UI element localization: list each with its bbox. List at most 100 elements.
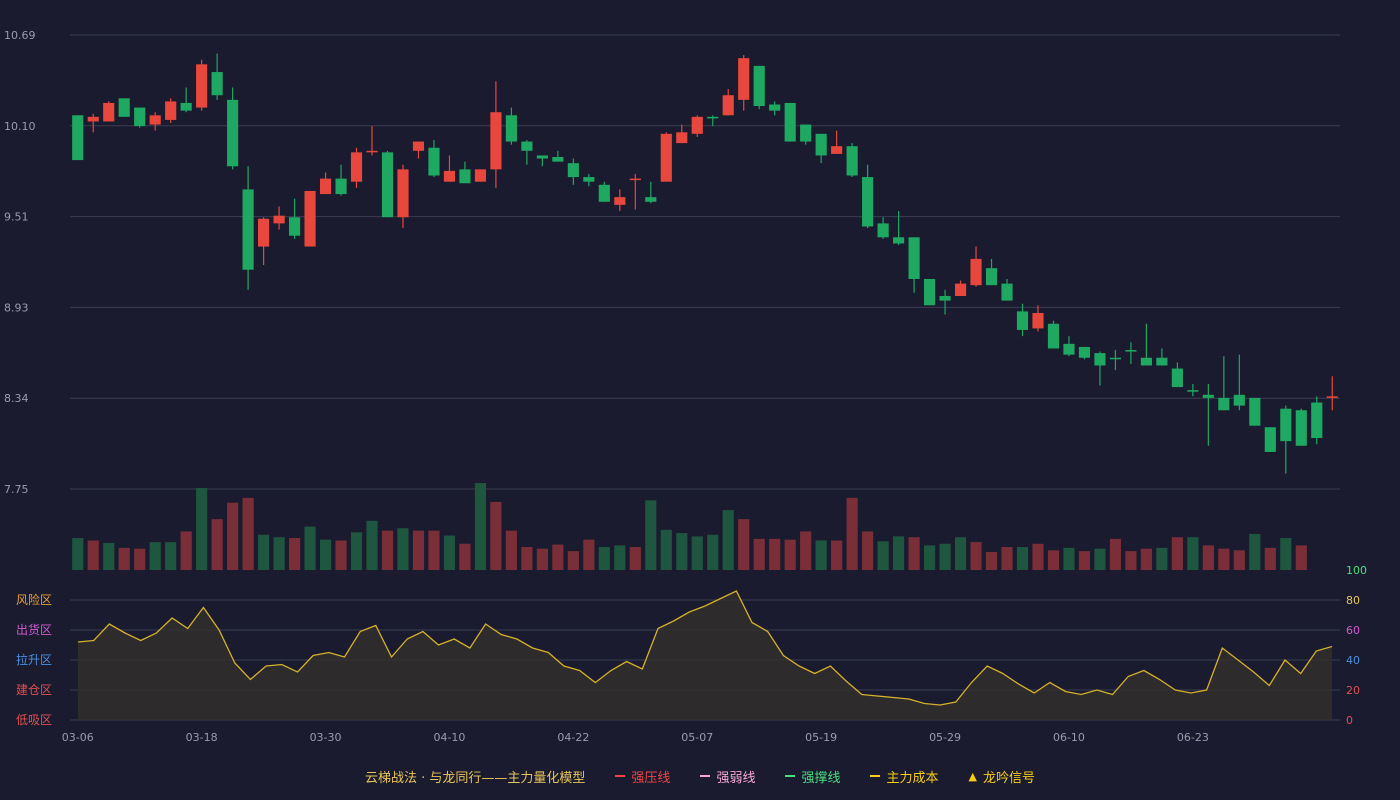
candle-body bbox=[180, 102, 192, 111]
volume-bar bbox=[521, 547, 533, 570]
candle-body bbox=[366, 150, 378, 153]
volume-bar bbox=[1187, 537, 1199, 570]
volume-bar bbox=[923, 545, 936, 570]
legend-item-pressure-line[interactable]: 强压线 bbox=[615, 767, 670, 786]
candle-body bbox=[629, 178, 641, 181]
volume-bar bbox=[335, 540, 347, 570]
candle-body bbox=[583, 177, 595, 182]
x-tick-label: 06-10 bbox=[1053, 731, 1085, 744]
candle-body bbox=[753, 65, 765, 107]
volume-bar bbox=[862, 531, 874, 570]
triangle-icon: ▲ bbox=[968, 769, 977, 783]
x-tick-label: 05-19 bbox=[805, 731, 837, 744]
volume-bar bbox=[459, 543, 471, 570]
legend-item-dragon-signal[interactable]: ▲ 龙吟信号 bbox=[968, 767, 1034, 786]
candle-body bbox=[691, 116, 703, 134]
volume-bar bbox=[815, 540, 827, 570]
zone-label: 拉升区 bbox=[16, 652, 52, 667]
volume-bar bbox=[288, 538, 301, 570]
volume-bar bbox=[893, 536, 905, 570]
volume-bar bbox=[103, 542, 115, 570]
volume-bar bbox=[707, 534, 719, 570]
volume-bar bbox=[629, 547, 641, 570]
volume-bar bbox=[846, 497, 858, 570]
zone-labels: 风险区出货区拉升区建仓区低吸区 bbox=[16, 592, 52, 727]
candle-body bbox=[738, 58, 750, 100]
x-tick-label: 03-06 bbox=[62, 731, 94, 744]
candle-body bbox=[165, 101, 177, 120]
candle-body bbox=[319, 178, 332, 195]
candle-body bbox=[1063, 343, 1075, 355]
volume-bar bbox=[1295, 545, 1307, 570]
volume-bar bbox=[366, 520, 378, 570]
candle-body bbox=[970, 258, 982, 286]
volume-bar bbox=[1125, 551, 1137, 570]
volume-bar bbox=[954, 537, 967, 570]
candle-body bbox=[1187, 390, 1199, 392]
volume-bar bbox=[800, 531, 812, 570]
candle-body bbox=[505, 115, 517, 142]
candle-body bbox=[954, 283, 967, 296]
volume-bar bbox=[258, 534, 270, 570]
chart-canvas: 10.69 10.10 9.51 8.93 8.34 7.75 风险区出货区拉升区建仓区低… bbox=[4, 29, 1367, 744]
volume-bar bbox=[211, 519, 223, 570]
zone-label: 低吸区 bbox=[16, 713, 52, 727]
x-axis: 03-06 03-18 03-30 04-10 04-22 05-07 05-19 05-29… bbox=[62, 731, 1209, 744]
candle-body bbox=[1264, 427, 1276, 452]
volume-bar bbox=[180, 531, 192, 570]
candle-body bbox=[1249, 397, 1261, 426]
legend-label: 强弱线 bbox=[716, 770, 756, 786]
candle-body bbox=[1140, 357, 1152, 366]
indicator-tick-label: 100 bbox=[1346, 564, 1367, 577]
candle-body bbox=[722, 95, 734, 116]
price-tick-label: 9.51 bbox=[4, 211, 29, 224]
volume-bar bbox=[1047, 550, 1060, 570]
candle-body bbox=[1171, 368, 1183, 388]
volume-bar bbox=[908, 537, 920, 570]
volume-bar bbox=[831, 540, 843, 570]
volume-bar bbox=[1249, 533, 1261, 570]
volume-bar bbox=[443, 535, 456, 570]
price-tick-label: 8.93 bbox=[4, 301, 29, 314]
candle-body bbox=[227, 99, 239, 167]
x-tick-label: 03-30 bbox=[310, 731, 342, 744]
candle-body bbox=[552, 156, 564, 162]
candle-body bbox=[1078, 346, 1091, 358]
legend-label: 主力成本 bbox=[886, 770, 939, 786]
candle-body bbox=[1125, 350, 1137, 352]
candle-body bbox=[412, 141, 425, 151]
zone-label: 风险区 bbox=[16, 592, 52, 607]
indicator-tick-label: 20 bbox=[1346, 684, 1360, 697]
price-axis: 10.69 10.10 9.51 8.93 8.34 7.75 bbox=[4, 29, 36, 496]
legend-swatch bbox=[700, 775, 711, 777]
legend-title: 云梯战法 · 与龙同行——主力量化模型 bbox=[365, 770, 586, 786]
price-tick-label: 7.75 bbox=[4, 483, 29, 496]
volume-bar bbox=[227, 502, 239, 570]
candle-body bbox=[242, 189, 254, 270]
volume-bar bbox=[1016, 547, 1029, 570]
candle-body bbox=[800, 124, 812, 142]
candle-body bbox=[567, 163, 579, 178]
candle-body bbox=[397, 169, 409, 218]
candle-body bbox=[1202, 394, 1214, 398]
volume-bar bbox=[319, 539, 332, 570]
volume-bar bbox=[552, 544, 564, 570]
volume-bar bbox=[567, 551, 579, 570]
candle-body bbox=[893, 237, 905, 244]
volume-bar bbox=[242, 497, 254, 570]
volume-bar bbox=[1218, 548, 1230, 570]
legend-item-strength-line[interactable]: 强弱线 bbox=[700, 767, 755, 786]
candle-body bbox=[1047, 323, 1060, 349]
candle-body bbox=[350, 152, 363, 182]
price-tick-label: 10.10 bbox=[4, 120, 36, 133]
candle-body bbox=[273, 215, 285, 224]
legend-item-support-line[interactable]: 强撑线 bbox=[785, 767, 840, 786]
candle-body bbox=[939, 295, 951, 301]
legend-label: 强压线 bbox=[631, 770, 671, 786]
x-tick-label: 06-23 bbox=[1177, 731, 1209, 744]
candle-body bbox=[1156, 357, 1168, 366]
legend-label: 强撑线 bbox=[801, 770, 841, 786]
volume-bar bbox=[1233, 550, 1245, 570]
volume-bar bbox=[645, 500, 657, 570]
legend-item-main-cost[interactable]: 主力成本 bbox=[870, 767, 938, 786]
